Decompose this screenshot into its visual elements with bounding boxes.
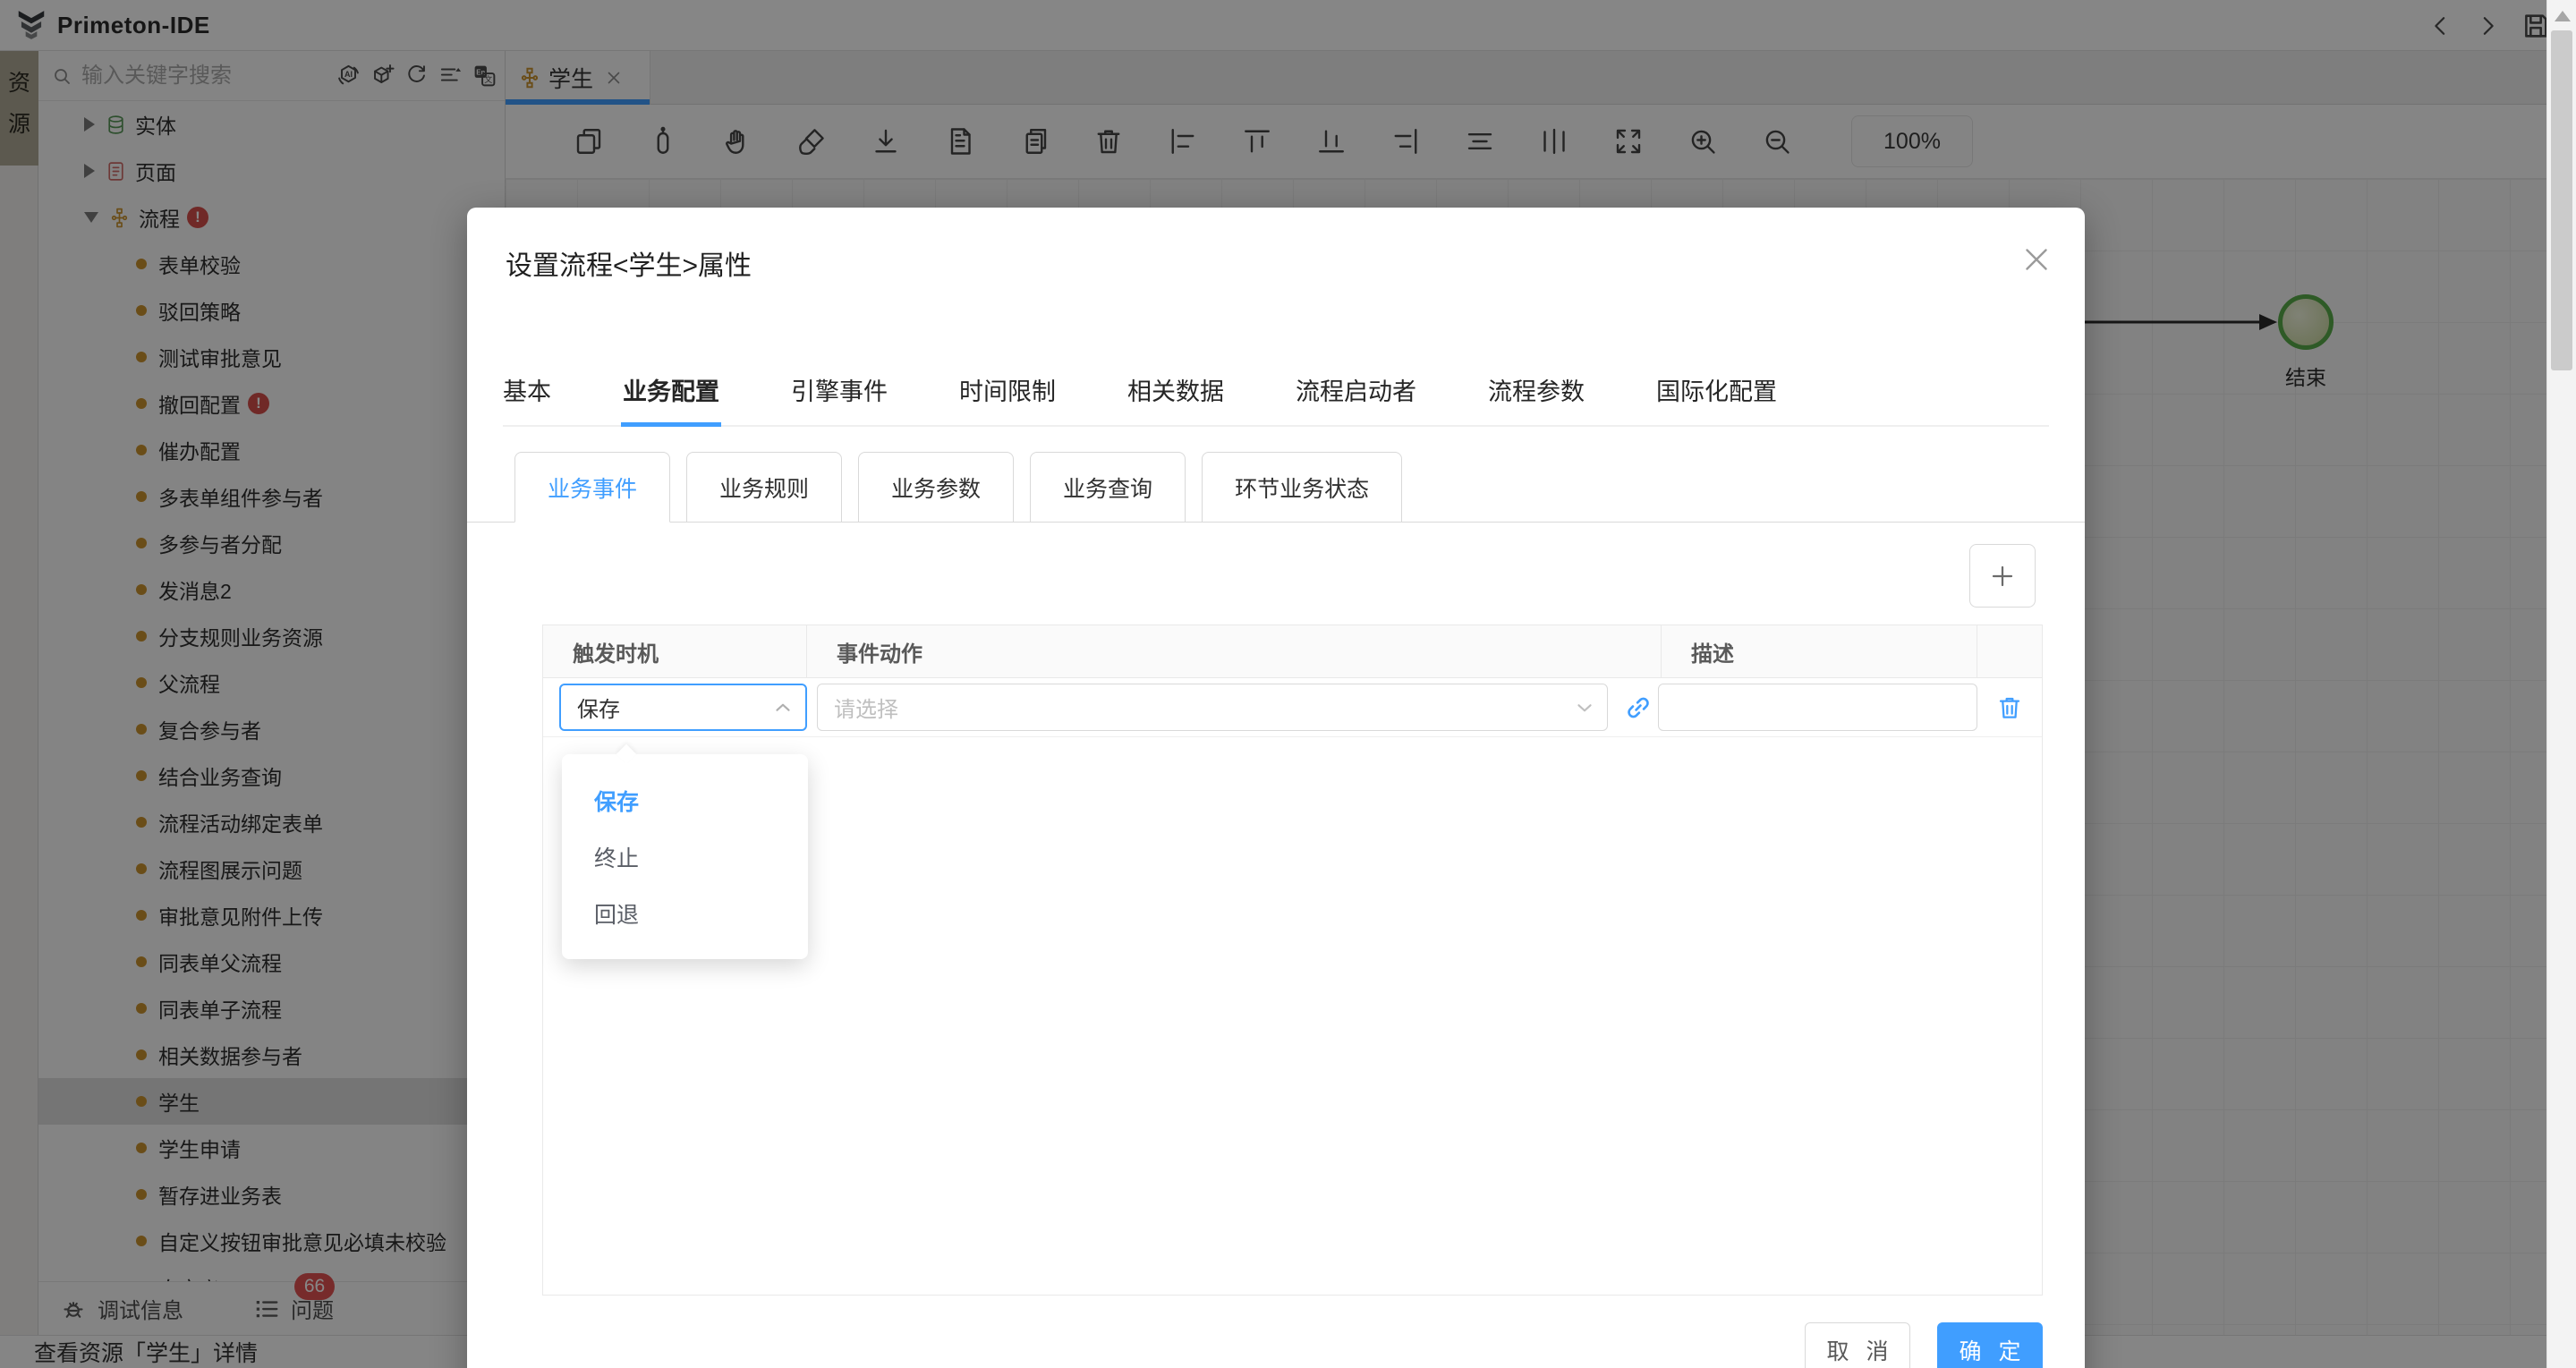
event-action-placeholder: 请选择 xyxy=(834,692,1573,723)
dialog-tab-时间限制[interactable]: 时间限制 xyxy=(959,367,1056,427)
dialog-subtab-业务查询[interactable]: 业务查询 xyxy=(1030,452,1186,523)
dialog-tab-基本[interactable]: 基本 xyxy=(503,367,551,427)
chevron-up-icon xyxy=(771,696,795,719)
table-row: 保存 请选择 xyxy=(543,678,2042,737)
column-header-actions xyxy=(1977,625,2042,677)
table-header-row: 触发时机 事件动作 描述 xyxy=(543,625,2042,678)
plus-icon xyxy=(1989,563,2016,590)
add-event-button[interactable] xyxy=(1969,544,2036,608)
dropdown-option-终止[interactable]: 终止 xyxy=(562,828,808,885)
column-header-action: 事件动作 xyxy=(807,625,1662,677)
scrollbar-thumb[interactable] xyxy=(2551,30,2572,370)
link-icon[interactable] xyxy=(1623,692,1654,723)
dialog-tab-国际化配置[interactable]: 国际化配置 xyxy=(1656,367,1777,427)
business-events-table: 触发时机 事件动作 描述 保存 请选择 xyxy=(542,625,2043,1296)
application-window: Primeton-IDE 资源 AIEn文 实体页面流程!表单校验驳回策略测试审… xyxy=(0,0,2576,1368)
dialog-close-icon[interactable] xyxy=(2020,243,2053,276)
dropdown-option-保存[interactable]: 保存 xyxy=(562,772,808,828)
dialog-subtab-业务规则[interactable]: 业务规则 xyxy=(686,452,842,523)
dialog-subtab-业务参数[interactable]: 业务参数 xyxy=(858,452,1014,523)
dialog-tab-流程启动者[interactable]: 流程启动者 xyxy=(1296,367,1416,427)
dialog-tab-流程参数[interactable]: 流程参数 xyxy=(1488,367,1585,427)
trigger-select-value: 保存 xyxy=(577,692,771,723)
dialog-tab-bar: 基本 业务配置 引擎事件 时间限制 相关数据 流程启动者 流程参数 国际化配置 xyxy=(467,367,2085,427)
vertical-scrollbar[interactable] xyxy=(2546,0,2576,1368)
tab-divider xyxy=(503,425,2049,427)
confirm-button[interactable]: 确 定 xyxy=(1937,1322,2043,1368)
dialog-tab-相关数据[interactable]: 相关数据 xyxy=(1127,367,1224,427)
column-header-trigger: 触发时机 xyxy=(543,625,807,677)
dialog-tab-业务配置[interactable]: 业务配置 xyxy=(623,367,719,427)
dialog-subtab-业务事件[interactable]: 业务事件 xyxy=(514,452,670,523)
dropdown-option-回退[interactable]: 回退 xyxy=(562,885,808,941)
cancel-button[interactable]: 取 消 xyxy=(1805,1322,1910,1368)
chevron-down-icon xyxy=(1573,696,1596,719)
delete-row-icon[interactable] xyxy=(1995,693,2024,722)
trigger-select[interactable]: 保存 xyxy=(559,684,807,731)
dialog-tab-引擎事件[interactable]: 引擎事件 xyxy=(791,367,888,427)
dialog-title: 设置流程<学生>属性 xyxy=(506,243,752,283)
process-properties-dialog: 设置流程<学生>属性 基本 业务配置 引擎事件 时间限制 相关数据 流程启动者 流程参数 国际… xyxy=(467,208,2085,1368)
description-input[interactable] xyxy=(1658,684,1977,731)
column-header-description: 描述 xyxy=(1662,625,1977,677)
trigger-dropdown: 保存终止回退 xyxy=(562,754,808,959)
event-action-select[interactable]: 请选择 xyxy=(817,684,1608,731)
scrollbar-up-arrow-icon[interactable] xyxy=(2555,11,2571,21)
dialog-subtab-bar: 业务事件业务规则业务参数业务查询环节业务状态 xyxy=(514,452,1402,523)
dialog-subtab-环节业务状态[interactable]: 环节业务状态 xyxy=(1202,452,1402,523)
